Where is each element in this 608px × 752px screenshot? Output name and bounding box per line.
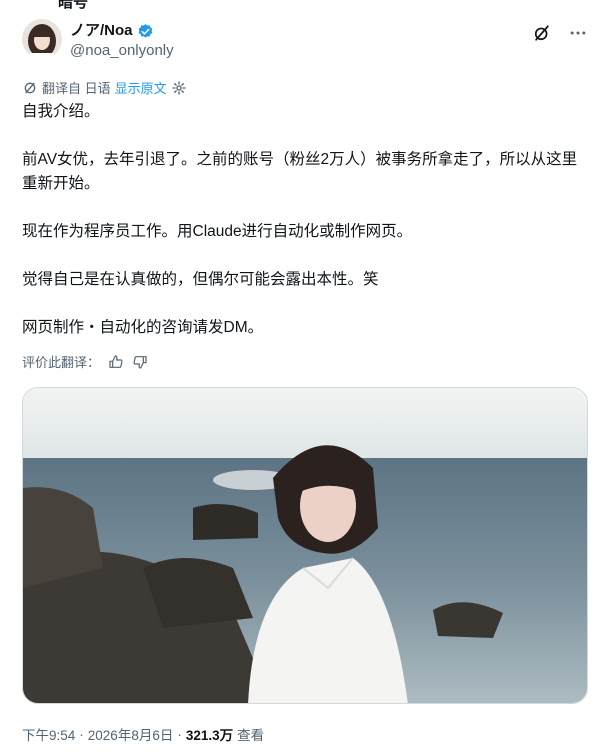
- views-label: 查看: [237, 728, 265, 743]
- rate-translation-label: 评价此翻译：: [22, 355, 101, 370]
- translated-from-label: 翻译自 日语: [42, 81, 111, 96]
- author-display-name[interactable]: ノア/Noa: [70, 21, 133, 41]
- gear-icon[interactable]: [171, 80, 187, 96]
- previous-post-cut-text: 暗号: [58, 0, 89, 11]
- grok-icon[interactable]: [532, 23, 552, 43]
- post-paragraph: 前AV女优，去年引退了。之前的账号（粉丝2万人）被事务所拿走了，所以从这里重新开…: [22, 151, 578, 192]
- post-meta: 下午9:54 · 2026年8月6日 · 321.3万 查看: [22, 724, 264, 744]
- more-icon[interactable]: [568, 23, 588, 43]
- thumbs-up-icon[interactable]: [108, 354, 124, 370]
- post-paragraph: 觉得自己是在认真做的，但偶尔可能会露出本性。笑: [22, 271, 379, 288]
- separator-dot: ·: [79, 726, 84, 742]
- post-paragraph: 现在作为程序员工作。用Claude进行自动化或制作网页。: [22, 223, 413, 240]
- post-paragraph: 网页制作・自动化的咨询请发DM。: [22, 319, 264, 336]
- verified-badge-icon: [138, 23, 152, 38]
- avatar[interactable]: [22, 19, 62, 59]
- post-time[interactable]: 下午9:54: [22, 724, 75, 744]
- post-paragraph: 自我介绍。: [22, 103, 100, 120]
- post-text: 自我介绍。 前AV女优，去年引退了。之前的账号（粉丝2万人）被事务所拿走了，所以…: [22, 100, 592, 364]
- translate-icon: [24, 82, 36, 93]
- translation-bar: 翻译自 日语 显示原文: [22, 78, 187, 97]
- thumbs-down-icon[interactable]: [132, 354, 148, 370]
- views-count: 321.3万: [185, 728, 234, 743]
- post-photo[interactable]: [22, 387, 588, 704]
- separator-dot: ·: [177, 726, 182, 742]
- post-header: ノア/Noa @noa_onlyonly: [22, 19, 588, 63]
- post-date[interactable]: 2026年8月6日: [88, 724, 174, 744]
- show-original-link[interactable]: 显示原文: [115, 78, 167, 97]
- author-handle[interactable]: @noa_onlyonly: [70, 41, 174, 61]
- rate-translation: 评价此翻译：: [22, 352, 148, 371]
